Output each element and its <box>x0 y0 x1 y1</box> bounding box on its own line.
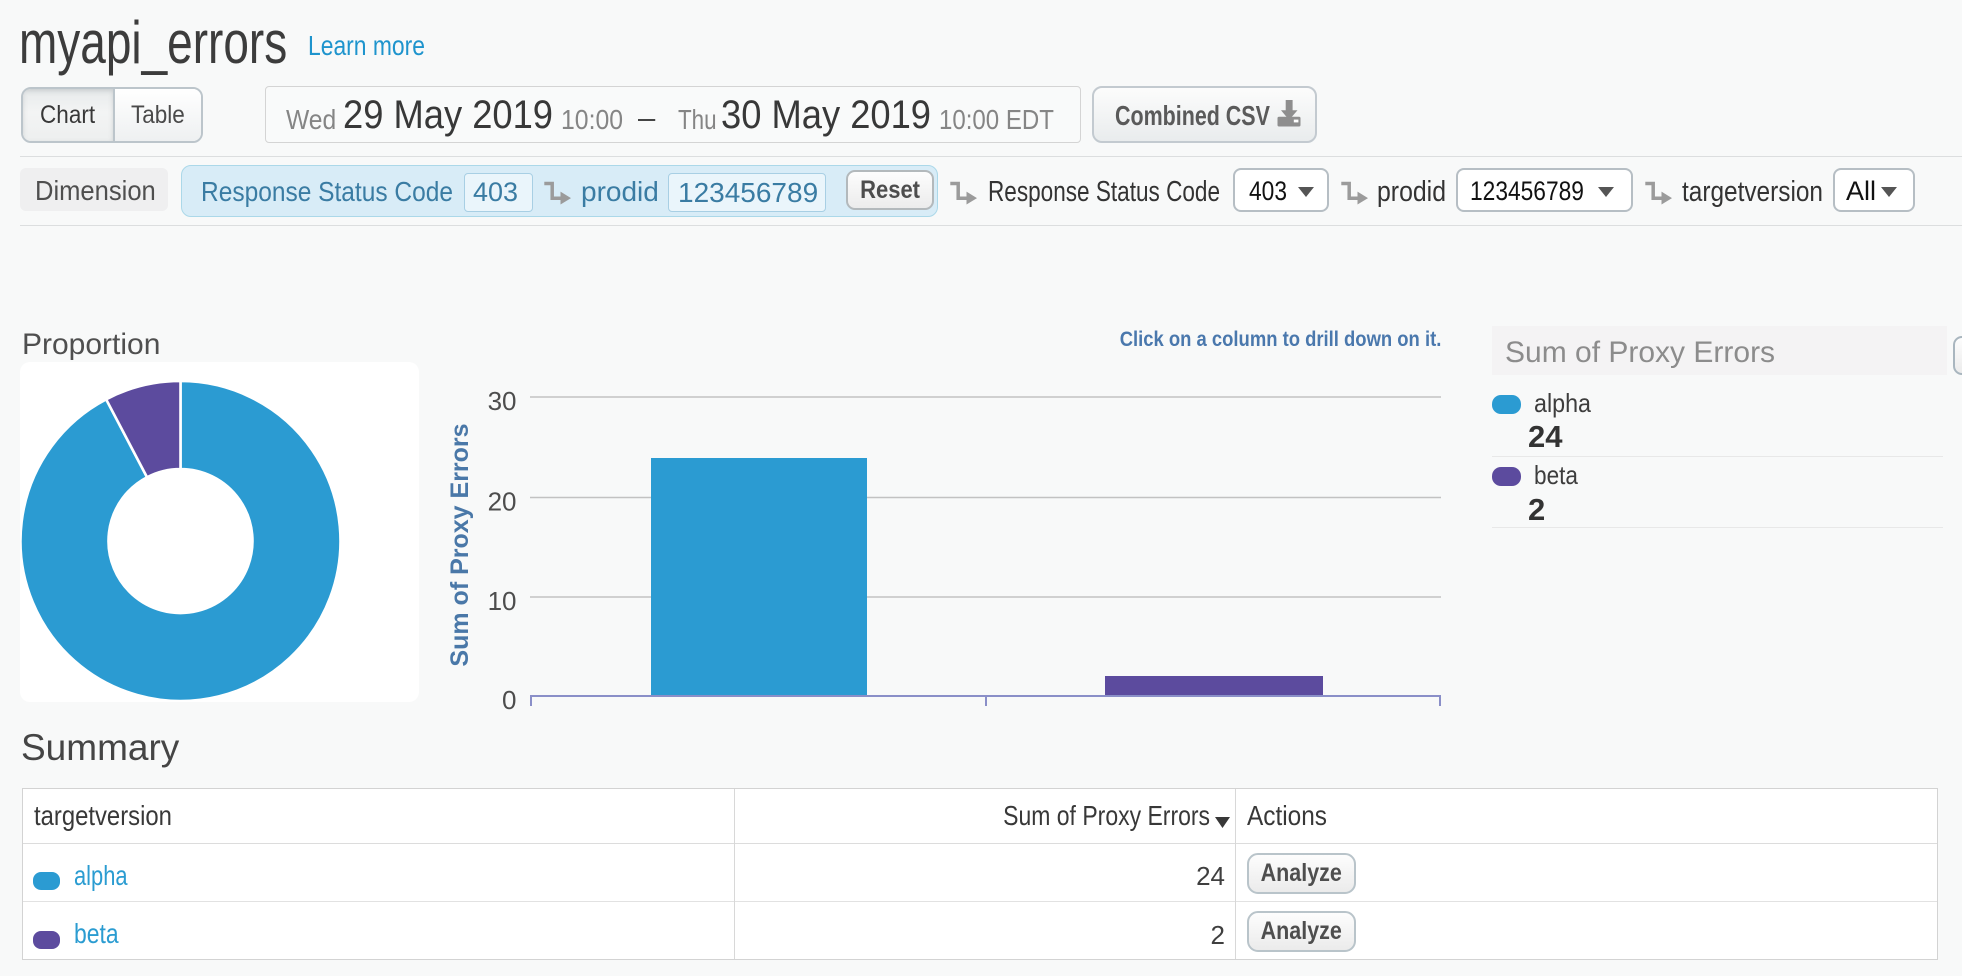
svg-text:Sum of Proxy Errors: Sum of Proxy Errors <box>446 423 474 666</box>
svg-text:0: 0 <box>502 685 516 715</box>
svg-text:30: 30 <box>488 386 517 416</box>
svg-text:10: 10 <box>488 586 517 616</box>
svg-text:20: 20 <box>488 487 517 517</box>
